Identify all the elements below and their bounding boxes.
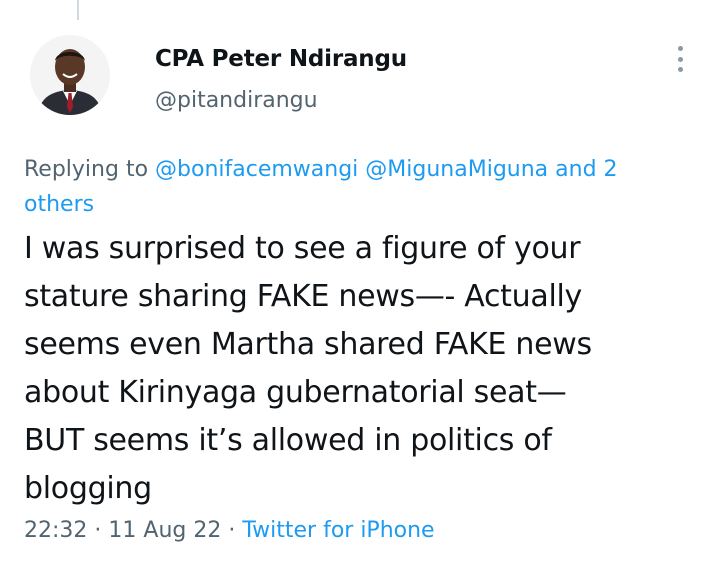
others-link[interactable]: others	[24, 192, 94, 217]
and-others-link[interactable]: and 2	[555, 157, 617, 182]
more-dot	[677, 46, 683, 51]
tweet-line: seems even Martha shared FAKE news	[24, 327, 592, 362]
more-dot	[677, 56, 683, 62]
more-options-icon[interactable]	[670, 44, 690, 74]
tweet-source-link[interactable]: Twitter for iPhone	[242, 518, 434, 543]
tweet-meta: 22:32 · 11 Aug 22 · Twitter for iPhone	[24, 518, 435, 543]
tweet-text: I was surprised to see a figure of your …	[24, 225, 704, 513]
avatar-image	[30, 35, 110, 115]
replying-to: Replying to @bonifacemwangi @MigunaMigun…	[24, 152, 664, 222]
tweet-line: I was surprised to see a figure of your	[24, 231, 581, 266]
more-dot	[677, 67, 683, 72]
tweet-time[interactable]: 22:32	[24, 518, 87, 543]
mention-link-bonifacemwangi[interactable]: @bonifacemwangi	[155, 157, 358, 182]
tweet-line: about Kirinyaga gubernatorial seat—	[24, 375, 567, 410]
thread-connector-line	[77, 0, 79, 20]
avatar[interactable]	[30, 35, 110, 115]
mention-link-migunamiguna[interactable]: @MigunaMiguna	[365, 157, 548, 182]
tweet-line: blogging	[24, 471, 152, 506]
meta-separator: ·	[228, 518, 236, 543]
meta-separator: ·	[94, 518, 102, 543]
tweet-date[interactable]: 11 Aug 22	[108, 518, 221, 543]
tweet-line: stature sharing FAKE news—- Actually	[24, 279, 582, 314]
tweet-line: BUT seems it’s allowed in politics of	[24, 423, 552, 458]
author-handle[interactable]: @pitandirangu	[155, 88, 318, 113]
replying-to-prefix: Replying to	[24, 157, 149, 182]
author-display-name[interactable]: CPA Peter Ndirangu	[155, 46, 407, 72]
